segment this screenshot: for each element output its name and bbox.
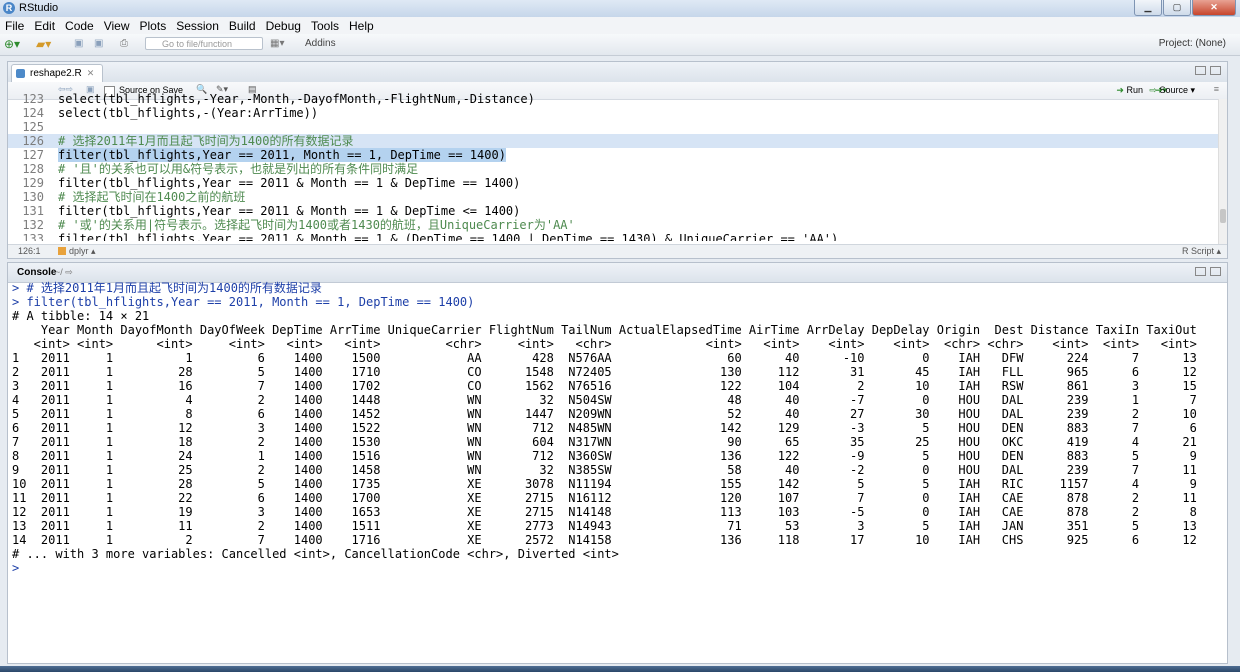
code-line-selected: 127 filter(tbl_hflights,Year == 2011, Mon… bbox=[22, 148, 506, 162]
code-line: 132 # '或'的关系用|符号表示。选择起飞时间为1400或者1430的航班，且… bbox=[22, 218, 575, 232]
save-all-icon[interactable]: ▣ bbox=[94, 37, 103, 51]
code-line: 125 bbox=[22, 120, 44, 134]
code-text: filter(tbl_hflights,Year == 2011 & Month… bbox=[58, 232, 839, 241]
window-title: RStudio bbox=[19, 2, 59, 14]
scrollbar-thumb[interactable] bbox=[1220, 209, 1226, 223]
tab-label: reshape2.R bbox=[30, 68, 82, 79]
menu-debug[interactable]: Debug bbox=[261, 17, 306, 34]
code-line-current: 126 # 选择2011年1月而且起飞时间为1400的所有数据记录 bbox=[8, 134, 1219, 148]
menu-code[interactable]: Code bbox=[60, 17, 99, 34]
code-comment: # 选择2011年1月而且起飞时间为1400的所有数据记录 bbox=[58, 134, 354, 148]
console-line: 13 2011 1 11 2 1400 1511 XE 2773 N14943 … bbox=[12, 519, 1197, 533]
menu-bar: File Edit Code View Plots Session Build … bbox=[0, 17, 1240, 34]
code-line: 124 select(tbl_hflights,-(Year:ArrTime)) bbox=[22, 106, 319, 120]
code-text: filter(tbl_hflights,Year == 2011, Month … bbox=[58, 148, 506, 162]
print-icon[interactable]: ⎙ bbox=[120, 37, 128, 51]
maximize-button[interactable]: ▢ bbox=[1163, 0, 1191, 16]
addins-menu[interactable]: Addins bbox=[305, 37, 336, 51]
code-line: 123 select(tbl_hflights,-Year,-Month,-Day… bbox=[22, 92, 535, 106]
console-line: 8 2011 1 24 1 1400 1516 WN 712 N360SW 13… bbox=[12, 449, 1197, 463]
menu-build[interactable]: Build bbox=[224, 17, 261, 34]
go-to-file-input[interactable]: Go to file/function bbox=[145, 37, 263, 50]
editor-status-bar: 126:1 dplyr ▴ R Script ▴ bbox=[8, 244, 1227, 258]
minimize-pane-icon[interactable] bbox=[1195, 267, 1206, 276]
console-line: 10 2011 1 28 5 1400 1735 XE 3078 N11194 … bbox=[12, 477, 1197, 491]
maximize-pane-icon[interactable] bbox=[1210, 267, 1221, 276]
menu-help[interactable]: Help bbox=[344, 17, 379, 34]
code-line: 130 # 选择起飞时间在1400之前的航班 bbox=[22, 190, 246, 204]
code-text: filter(tbl_hflights,Year == 2011 & Month… bbox=[58, 176, 521, 190]
console-title[interactable]: Console bbox=[17, 267, 56, 278]
code-comment: # '且'的关系也可以用&符号表示，也就是列出的所有条件同时满足 bbox=[58, 162, 419, 176]
menu-edit[interactable]: Edit bbox=[29, 17, 60, 34]
project-menu[interactable]: Project: (None) bbox=[1159, 38, 1226, 49]
console-line: > filter(tbl_hflights,Year == 2011, Mont… bbox=[12, 295, 475, 309]
console-line: 14 2011 1 2 7 1400 1716 XE 2572 N14158 1… bbox=[12, 533, 1197, 547]
working-directory-path: ~/ bbox=[55, 267, 63, 277]
console-line: 12 2011 1 19 3 1400 1653 XE 2715 N14148 … bbox=[12, 505, 1197, 519]
r-file-icon bbox=[16, 69, 25, 78]
console-line: <int> <int> <int> <int> <int> <int> <chr… bbox=[12, 337, 1197, 351]
code-comment: # '或'的关系用|符号表示。选择起飞时间为1400或者1430的航班，且Uni… bbox=[58, 218, 575, 232]
console-line: 3 2011 1 16 7 1400 1702 CO 1562 N76516 1… bbox=[12, 379, 1197, 393]
code-line: 133 filter(tbl_hflights,Year == 2011 & Mo… bbox=[8, 232, 1219, 241]
save-icon[interactable]: ▣ bbox=[74, 37, 83, 51]
menu-view[interactable]: View bbox=[99, 17, 135, 34]
console-line: 7 2011 1 18 2 1400 1530 WN 604 N317WN 90… bbox=[12, 435, 1197, 449]
grid-icon[interactable]: ▦▾ bbox=[270, 37, 284, 51]
working-directory[interactable]: ~/ ⇨ bbox=[55, 267, 73, 278]
console-line: 6 2011 1 12 3 1400 1522 WN 712 N485WN 14… bbox=[12, 421, 1197, 435]
console-line: 5 2011 1 8 6 1400 1452 WN 1447 N209WN 52… bbox=[12, 407, 1197, 421]
source-editor-pane: reshape2.R ✕ ⇦⇨ ▣ Source on Save 🔍 ✎▾ ▤ ➜… bbox=[7, 61, 1228, 259]
editor-tab-strip: reshape2.R ✕ bbox=[8, 62, 1227, 83]
menu-tools[interactable]: Tools bbox=[306, 17, 344, 34]
editor-scrollbar[interactable] bbox=[1218, 99, 1227, 244]
function-name: dplyr bbox=[69, 246, 89, 256]
console-line: Year Month DayofMonth DayOfWeek DepTime … bbox=[12, 323, 1197, 337]
title-bar: R RStudio ▁ ▢ ✕ bbox=[0, 0, 1240, 18]
minimize-button[interactable]: ▁ bbox=[1134, 0, 1162, 16]
console-pane: Console ~/ ⇨ > # 选择2011年1月而且起飞时间为1400的所有… bbox=[7, 262, 1228, 664]
console-line: 1 2011 1 1 6 1400 1500 AA 428 N576AA 60 … bbox=[12, 351, 1197, 365]
code-line: 131 filter(tbl_hflights,Year == 2011 & Mo… bbox=[22, 204, 521, 218]
code-line: 128 # '且'的关系也可以用&符号表示，也就是列出的所有条件同时满足 bbox=[22, 162, 419, 176]
file-type-label: R Script bbox=[1181, 246, 1214, 256]
menu-session[interactable]: Session bbox=[171, 17, 224, 34]
code-text: filter(tbl_hflights,Year == 2011 & Month… bbox=[58, 204, 521, 218]
close-button[interactable]: ✕ bbox=[1192, 0, 1236, 16]
rstudio-logo-icon: R bbox=[3, 2, 15, 14]
tab-reshape2[interactable]: reshape2.R ✕ bbox=[11, 64, 104, 82]
console-line: # A tibble: 14 × 21 bbox=[12, 309, 150, 323]
maximize-pane-icon[interactable] bbox=[1210, 66, 1221, 75]
os-taskbar bbox=[0, 666, 1240, 672]
code-line: 129 filter(tbl_hflights,Year == 2011 & Mo… bbox=[22, 176, 521, 190]
close-tab-icon[interactable]: ✕ bbox=[87, 68, 95, 78]
code-comment: # 选择起飞时间在1400之前的航班 bbox=[58, 190, 246, 204]
console-line: 11 2011 1 22 6 1400 1700 XE 2715 N16112 … bbox=[12, 491, 1197, 505]
menu-file[interactable]: File bbox=[0, 17, 29, 34]
console-line: 4 2011 1 4 2 1400 1448 WN 32 N504SW 48 4… bbox=[12, 393, 1197, 407]
code-text: select(tbl_hflights,-Year,-Month,-DayofM… bbox=[58, 92, 535, 106]
console-prompt[interactable]: > bbox=[12, 561, 26, 575]
open-file-icon[interactable]: ▰▾ bbox=[36, 37, 51, 51]
console-line: # ... with 3 more variables: Cancelled <… bbox=[12, 547, 619, 561]
console-line: 9 2011 1 25 2 1400 1458 WN 32 N385SW 58 … bbox=[12, 463, 1197, 477]
function-icon bbox=[58, 247, 66, 255]
function-navigator[interactable]: dplyr ▴ bbox=[58, 245, 96, 258]
code-text: select(tbl_hflights,-(Year:ArrTime)) bbox=[58, 106, 319, 120]
main-toolbar: ⊕▾ ▰▾ ▣ ▣ ⎙ Go to file/function ▦▾ Addin… bbox=[0, 34, 1240, 56]
new-file-icon[interactable]: ⊕▾ bbox=[4, 37, 20, 51]
console-tab-strip: Console ~/ ⇨ bbox=[8, 263, 1227, 283]
console-line: > # 选择2011年1月而且起飞时间为1400的所有数据记录 bbox=[12, 281, 322, 295]
code-editor[interactable]: 123 select(tbl_hflights,-Year,-Month,-Day… bbox=[8, 92, 1219, 241]
menu-plots[interactable]: Plots bbox=[135, 17, 172, 34]
file-type-menu[interactable]: R Script ▴ bbox=[1182, 245, 1221, 258]
cursor-position: 126:1 bbox=[18, 246, 41, 256]
console-line: 2 2011 1 28 5 1400 1710 CO 1548 N72405 1… bbox=[12, 365, 1197, 379]
minimize-pane-icon[interactable] bbox=[1195, 66, 1206, 75]
